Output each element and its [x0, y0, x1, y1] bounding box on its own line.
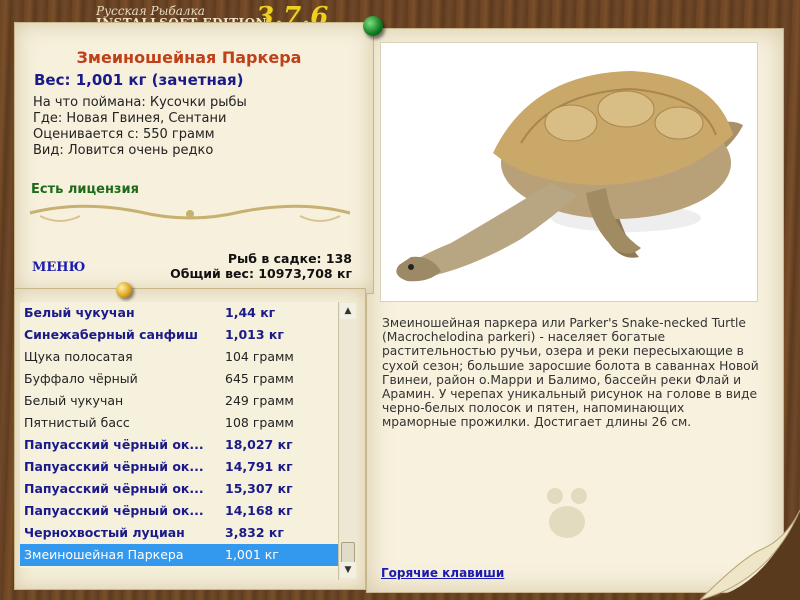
list-item-name: Чернохвостый луциан: [24, 525, 185, 540]
list-item-weight: 3,832 кг: [225, 525, 284, 540]
catch-list-scrollbar[interactable]: ▲ ▼: [338, 302, 356, 580]
green-pin-icon: [363, 16, 383, 36]
list-item[interactable]: Белый чукучан 249 грамм: [20, 390, 340, 412]
fish-valued-from: Оценивается с: 550 грамм: [33, 127, 215, 142]
list-item[interactable]: Пятнистый басс 108 грамм: [20, 412, 340, 434]
list-item-weight: 249 грамм: [225, 393, 294, 408]
cage-total-weight: Общий вес: 10973,708 кг: [170, 266, 352, 281]
list-item[interactable]: Папуасский чёрный ок... 14,168 кг: [20, 500, 340, 522]
list-item-weight: 104 грамм: [225, 349, 294, 364]
list-item-name: Папуасский чёрный ок...: [24, 503, 204, 518]
ornament-divider: [29, 204, 351, 222]
list-item[interactable]: Папуасский чёрный ок... 18,027 кг: [20, 434, 340, 456]
list-item-name: Щука полосатая: [24, 349, 133, 364]
list-item-name: Папуасский чёрный ок...: [24, 481, 204, 496]
hotkeys-link[interactable]: Горячие клавиши: [381, 566, 504, 580]
list-item-weight: 645 грамм: [225, 371, 294, 386]
list-item-name: Пятнистый басс: [24, 415, 130, 430]
list-item-name: Белый чукучан: [24, 393, 124, 408]
cage-summary: Рыб в садке: 138 Общий вес: 10973,708 кг: [170, 251, 352, 281]
license-status: Есть лицензия: [31, 182, 139, 197]
fish-photo: [380, 42, 758, 302]
list-item-weight: 18,027 кг: [225, 437, 293, 452]
list-item-weight: 1,001 кг: [225, 547, 279, 562]
list-item-name: Папуасский чёрный ок...: [24, 459, 204, 474]
list-item[interactable]: Папуасский чёрный ок... 15,307 кг: [20, 478, 340, 500]
page-curl-decoration: [700, 510, 800, 600]
cage-fish-count: Рыб в садке: 138: [227, 251, 352, 266]
fish-kind: Вид: Ловится очень редко: [33, 143, 214, 158]
list-item-weight: 14,168 кг: [225, 503, 293, 518]
list-item-weight: 1,44 кг: [225, 305, 276, 320]
scroll-up-icon[interactable]: ▲: [340, 303, 356, 319]
list-item-name: Папуасский чёрный ок...: [24, 437, 204, 452]
list-item[interactable]: Папуасский чёрный ок... 14,791 кг: [20, 456, 340, 478]
scroll-down-icon[interactable]: ▼: [340, 562, 356, 578]
fish-weight: Вес: 1,001 кг (зачетная): [34, 71, 244, 89]
list-item[interactable]: Белый чукучан 1,44 кг: [20, 302, 340, 324]
catch-list[interactable]: Белый чукучан 1,44 кг Синежаберный санфиш 1…: [20, 302, 356, 568]
list-item-weight: 14,791 кг: [225, 459, 293, 474]
fish-description: Змеиношейная паркера или Parker's Snake-…: [382, 316, 759, 430]
list-item[interactable]: Змеиношейная Паркера 1,001 кг: [20, 544, 340, 566]
list-item[interactable]: Буффало чёрный 645 грамм: [20, 368, 340, 390]
yellow-pin-icon: [116, 282, 132, 298]
list-item-weight: 1,013 кг: [225, 327, 284, 342]
list-item-weight: 108 грамм: [225, 415, 294, 430]
fish-caught-on: На что поймана: Кусочки рыбы: [33, 95, 247, 110]
list-item-weight: 15,307 кг: [225, 481, 293, 496]
watermark-icon: [547, 488, 587, 538]
list-item-name: Змеиношейная Паркера: [24, 547, 184, 562]
fish-location: Где: Новая Гвинея, Сентани: [33, 111, 227, 126]
menu-button[interactable]: МЕНЮ: [32, 260, 85, 275]
fish-name: Змеиношейная Паркера: [76, 48, 302, 67]
list-item-name: Белый чукучан: [24, 305, 135, 320]
list-item[interactable]: Чернохвостый луциан 3,832 кг: [20, 522, 340, 544]
list-item-name: Синежаберный санфиш: [24, 327, 199, 342]
turtle-image: [396, 71, 743, 282]
list-item-name: Буффало чёрный: [24, 371, 138, 386]
list-item[interactable]: Синежаберный санфиш 1,013 кг: [20, 324, 340, 346]
list-item[interactable]: Щука полосатая 104 грамм: [20, 346, 340, 368]
